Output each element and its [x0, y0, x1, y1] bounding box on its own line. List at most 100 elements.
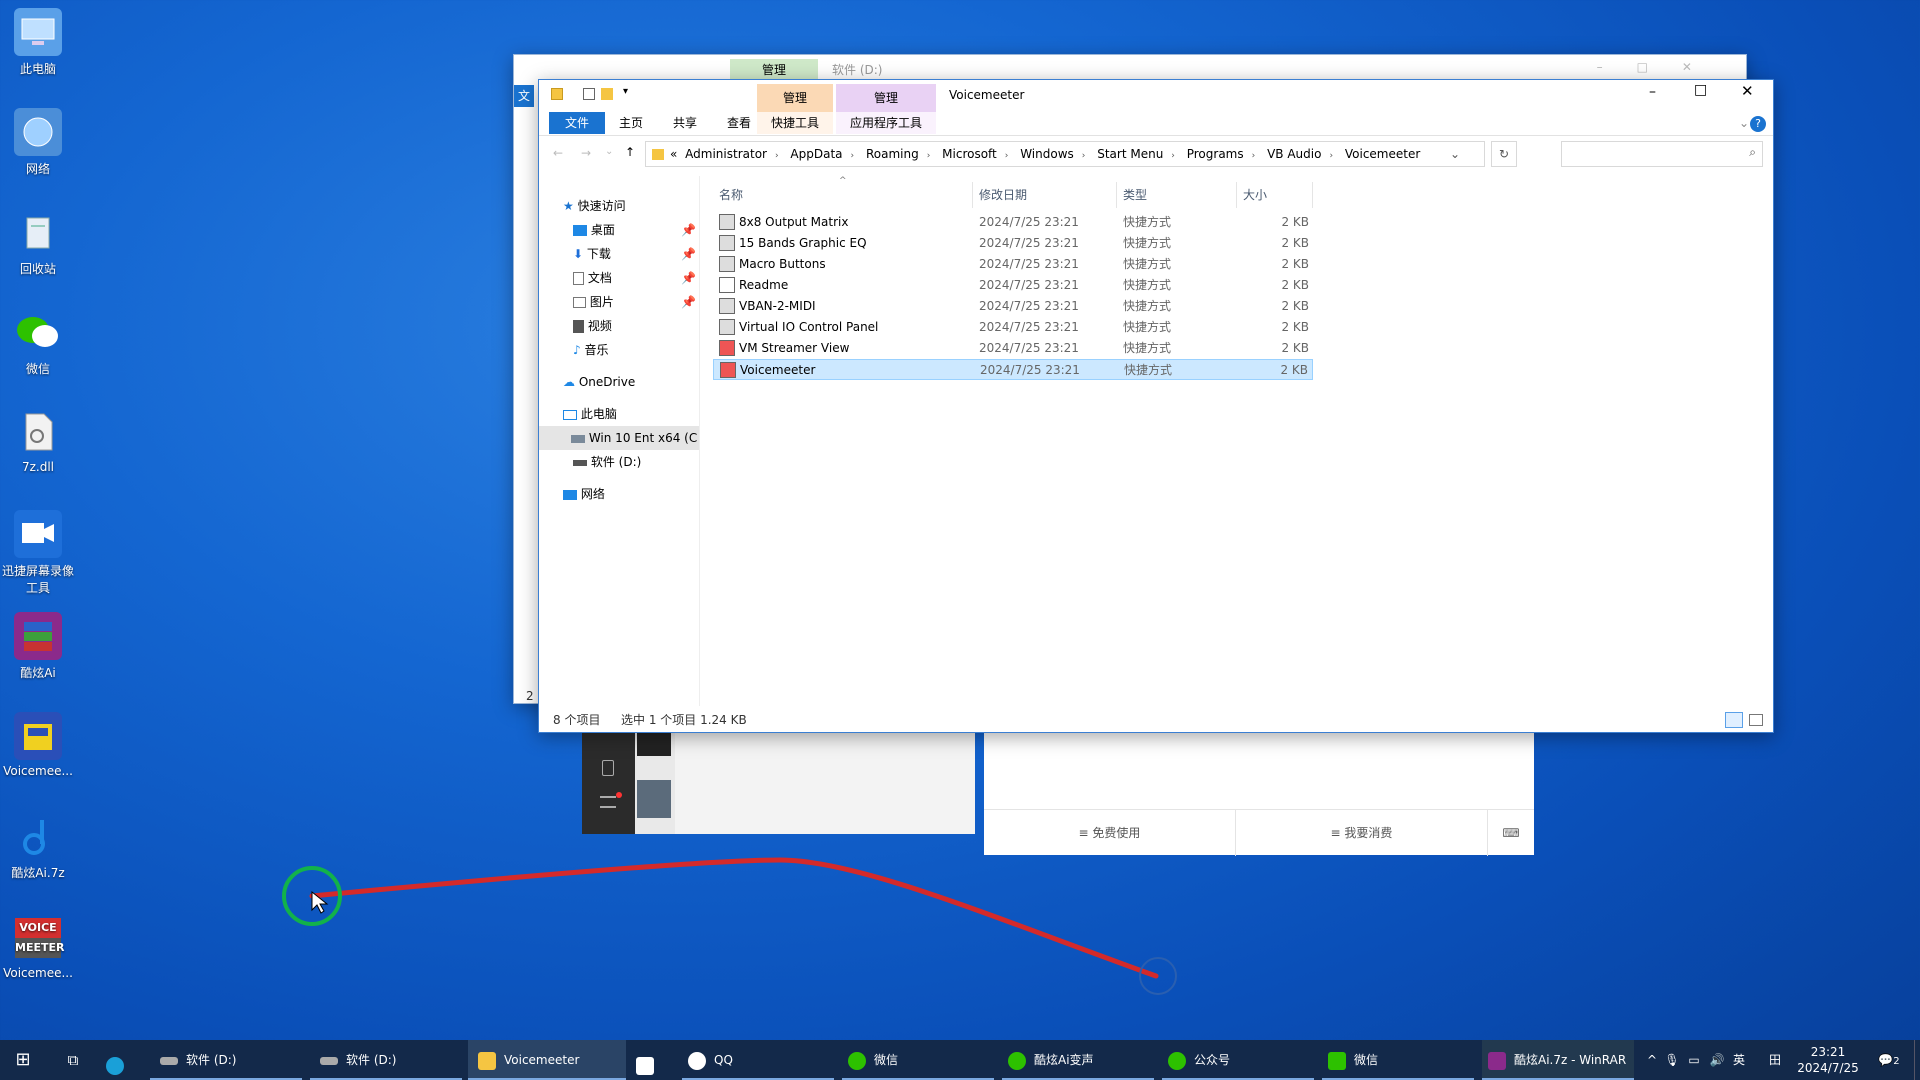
qat-dropdown-icon[interactable]: ▾: [623, 86, 628, 97]
shortcut-icon: [719, 214, 735, 230]
address-bar[interactable]: « Administrator › AppData › Roaming › Micro…: [645, 141, 1485, 167]
chevron-right-icon[interactable]: ›: [1252, 144, 1256, 166]
nav-onedrive[interactable]: ☁ OneDrive: [539, 370, 699, 394]
volume-icon[interactable]: 🔊: [1708, 1040, 1726, 1080]
pin-icon[interactable]: 📌: [681, 242, 696, 266]
chevron-right-icon[interactable]: ›: [1005, 144, 1009, 166]
chevron-right-icon[interactable]: ›: [775, 144, 779, 166]
refresh-icon[interactable]: ↻: [1491, 141, 1517, 167]
table-row[interactable]: VM Streamer View 2024/7/25 23:21 快捷方式 2 KB: [713, 338, 1313, 359]
breadcrumb-microsoft[interactable]: Microsoft: [942, 142, 997, 166]
address-dropdown-icon[interactable]: ⌄: [1450, 142, 1460, 166]
chevron-right-icon[interactable]: ›: [1171, 144, 1175, 166]
file-date: 2024/7/25 23:21: [979, 236, 1079, 250]
file-name: 15 Bands Graphic EQ: [739, 236, 867, 250]
edge-icon[interactable]: [106, 1040, 142, 1080]
breadcrumb-administrator[interactable]: Administrator: [685, 142, 767, 166]
breadcrumb-windows[interactable]: Windows: [1020, 142, 1074, 166]
tiles-view-icon[interactable]: [1749, 714, 1763, 726]
new-folder-icon[interactable]: [601, 88, 613, 100]
table-row-selected[interactable]: Voicemeeter 2024/7/25 23:21 快捷方式 2 KB: [713, 359, 1313, 380]
nav-this-pc[interactable]: 此电脑: [539, 402, 699, 426]
minimize-button[interactable]: –: [1649, 84, 1656, 100]
store-icon[interactable]: [636, 1040, 666, 1080]
nav-desktop[interactable]: 桌面 📌: [539, 218, 699, 242]
nav-drive-d[interactable]: 软件 (D:): [539, 450, 699, 474]
breadcrumb-appdata[interactable]: AppData: [790, 142, 842, 166]
microphone-icon[interactable]: 🎙: [1664, 1040, 1680, 1080]
notification-center-icon[interactable]: 💬2: [1874, 1040, 1904, 1080]
nav-downloads[interactable]: ⬇ 下载 📌: [539, 242, 699, 266]
taskbar-item-official-account[interactable]: 公众号: [1162, 1040, 1314, 1080]
table-row[interactable]: VBAN-2-MIDI 2024/7/25 23:21 快捷方式 2 KB: [713, 296, 1313, 317]
tab-app-tools[interactable]: 应用程序工具: [836, 112, 936, 134]
nav-videos[interactable]: 视频: [539, 314, 699, 338]
taskbar-item-drive-d-2[interactable]: 软件 (D:): [310, 1040, 462, 1080]
table-row[interactable]: Virtual IO Control Panel 2024/7/25 23:21 快…: [713, 317, 1313, 338]
nav-network[interactable]: 网络: [539, 482, 699, 506]
nav-pictures[interactable]: 图片 📌: [539, 290, 699, 314]
table-row[interactable]: 15 Bands Graphic EQ 2024/7/25 23:21 快捷方式 2 …: [713, 233, 1313, 254]
breadcrumb-voicemeeter[interactable]: Voicemeeter: [1345, 142, 1420, 166]
nav-documents[interactable]: 文档 📌: [539, 266, 699, 290]
nav-drive-c[interactable]: Win 10 Ent x64 (C: [539, 426, 699, 450]
breadcrumb-overflow[interactable]: «: [670, 147, 677, 161]
show-desktop-button[interactable]: [1914, 1040, 1920, 1080]
taskbar-item-winrar[interactable]: 酷炫Ai.7z - WinRAR: [1482, 1040, 1634, 1080]
column-header-size[interactable]: 大小: [1237, 182, 1313, 208]
tab-view[interactable]: 查看: [715, 112, 763, 134]
table-row[interactable]: Readme 2024/7/25 23:21 快捷方式 2 KB: [713, 275, 1313, 296]
maximize-button[interactable]: □: [1694, 82, 1707, 98]
back-arrow-icon[interactable]: ←: [553, 146, 563, 160]
taskbar-item-wechat-1[interactable]: 微信: [842, 1040, 994, 1080]
nav-music[interactable]: ♪ 音乐: [539, 338, 699, 362]
forward-arrow-icon[interactable]: →: [581, 146, 591, 160]
taskbar-item-drive-d-1[interactable]: 软件 (D:): [150, 1040, 302, 1080]
breadcrumb-vb-audio[interactable]: VB Audio: [1267, 142, 1321, 166]
help-icon[interactable]: ?: [1750, 116, 1766, 132]
close-button[interactable]: ✕: [1741, 82, 1754, 100]
video-icon: [573, 320, 584, 333]
breadcrumb-start-menu[interactable]: Start Menu: [1097, 142, 1163, 166]
chevron-right-icon[interactable]: ›: [1329, 144, 1333, 166]
table-row[interactable]: Macro Buttons 2024/7/25 23:21 快捷方式 2 KB: [713, 254, 1313, 275]
details-view-icon[interactable]: [1725, 712, 1743, 728]
chevron-right-icon[interactable]: ›: [851, 144, 855, 166]
breadcrumb-roaming[interactable]: Roaming: [866, 142, 919, 166]
tab-file[interactable]: 文件: [549, 112, 605, 134]
taskbar-item-voice-changer[interactable]: 酷炫Ai变声: [1002, 1040, 1154, 1080]
column-header-type[interactable]: 类型: [1117, 182, 1237, 208]
up-arrow-icon[interactable]: ↑: [625, 145, 635, 159]
tab-home[interactable]: 主页: [607, 112, 655, 134]
explorer-window[interactable]: ▾ 管理 管理 Voicemeeter – □ ✕ 文件 主页 共享 查看 快捷…: [538, 79, 1774, 733]
chevron-right-icon[interactable]: ›: [927, 144, 931, 166]
ime-mode-icon[interactable]: 田: [1766, 1040, 1784, 1080]
clock[interactable]: 23:21 2024/7/25: [1796, 1040, 1860, 1080]
table-row[interactable]: 8x8 Output Matrix 2024/7/25 23:21 快捷方式 2 KB: [713, 212, 1313, 233]
chevron-right-icon[interactable]: ›: [1082, 144, 1086, 166]
ime-language[interactable]: 英: [1730, 1040, 1748, 1080]
pin-icon[interactable]: 📌: [681, 218, 696, 242]
column-header-date[interactable]: 修改日期: [973, 182, 1117, 208]
taskbar-item-qq[interactable]: QQ: [682, 1040, 834, 1080]
pin-icon[interactable]: 📌: [681, 290, 696, 314]
recent-dropdown-icon[interactable]: ⌄: [605, 146, 613, 157]
pane-divider[interactable]: [699, 176, 700, 706]
pin-icon[interactable]: 📌: [681, 266, 696, 290]
taskbar-item-wechat-2[interactable]: 微信: [1322, 1040, 1474, 1080]
title-bar[interactable]: ▾ 管理 管理 Voicemeeter – □ ✕: [539, 80, 1773, 112]
breadcrumb-programs[interactable]: Programs: [1187, 142, 1244, 166]
tab-share[interactable]: 共享: [661, 112, 709, 134]
tray-expand-icon[interactable]: ^: [1644, 1040, 1660, 1080]
nav-quick-access[interactable]: ★ 快速访问: [539, 194, 699, 218]
search-icon[interactable]: ⌕: [1749, 145, 1756, 160]
network-status-icon[interactable]: ▭: [1686, 1040, 1702, 1080]
search-input[interactable]: ⌕: [1561, 141, 1763, 167]
start-button[interactable]: ⊞: [0, 1040, 46, 1080]
properties-icon[interactable]: [583, 88, 595, 100]
task-view-icon[interactable]: ⧉: [58, 1040, 88, 1080]
tab-shortcut-tools[interactable]: 快捷工具: [757, 112, 833, 134]
taskbar-item-voicemeeter-folder[interactable]: Voicemeeter: [468, 1040, 626, 1080]
file-name: Macro Buttons: [739, 257, 826, 271]
navigation-bar: ← → ⌄ ↑ « Administrator › AppData › Roamin…: [539, 138, 1773, 172]
